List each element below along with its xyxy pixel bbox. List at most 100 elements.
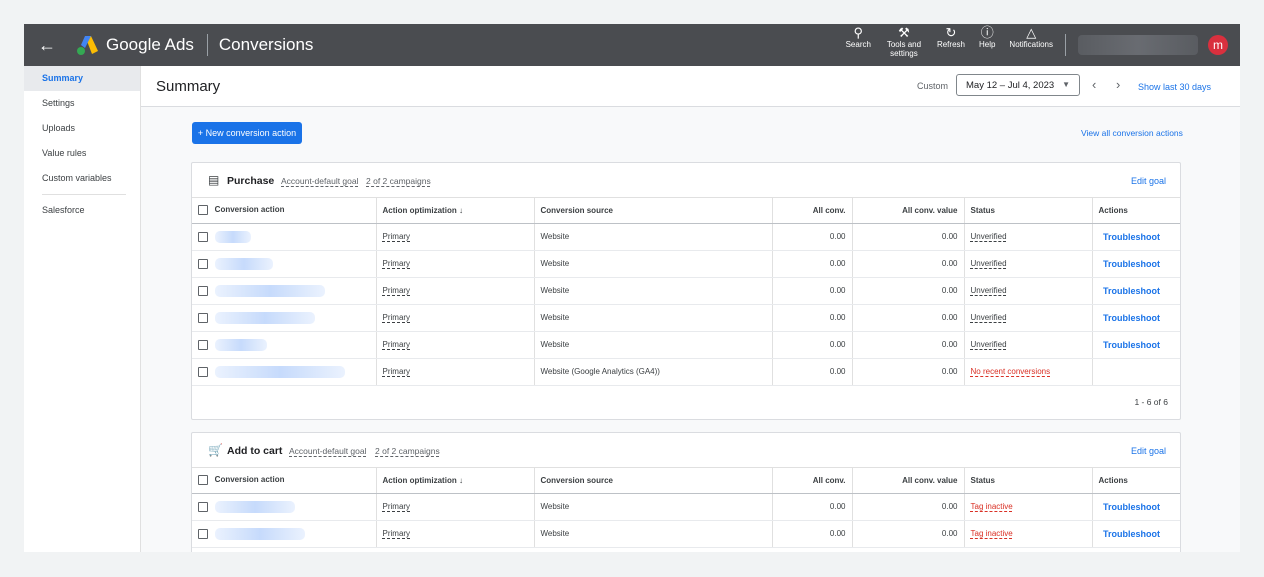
sidebar-item-salesforce[interactable]: Salesforce — [24, 198, 140, 223]
header-status[interactable]: Status — [964, 468, 1093, 494]
status-badge[interactable]: Unverified — [971, 259, 1007, 268]
header-action-optimization[interactable]: Action optimization ↓ — [376, 198, 535, 224]
optimization-value[interactable]: Primary — [383, 529, 411, 538]
select-all-checkbox[interactable] — [198, 205, 208, 216]
brand-name: Google Ads — [106, 35, 194, 54]
divider — [1065, 34, 1066, 56]
sidebar-item-custom-variables[interactable]: Custom variables — [24, 166, 140, 191]
conv-value: 0.00 — [852, 358, 965, 386]
conversion-name-redacted[interactable] — [214, 311, 315, 324]
optimization-value[interactable]: Primary — [383, 259, 411, 268]
troubleshoot-link[interactable]: Troubleshoot — [1103, 502, 1160, 512]
goal-campaigns[interactable]: 2 of 2 campaigns — [375, 446, 440, 456]
source-value: Website (Google Analytics (GA4)) — [534, 358, 773, 386]
goal-type[interactable]: Account-default goal — [289, 446, 367, 456]
all-conv-value: 0.00 — [772, 358, 853, 386]
row-checkbox[interactable] — [198, 528, 208, 539]
optimization-value[interactable]: Primary — [383, 232, 411, 241]
header-status[interactable]: Status — [964, 198, 1093, 224]
date-range-value: May 12 – Jul 4, 2023 — [966, 80, 1055, 91]
conversion-name-redacted[interactable] — [214, 284, 325, 297]
search-button[interactable]: ⚲ Search — [846, 24, 871, 50]
header-all-conv[interactable]: All conv. — [772, 468, 853, 494]
header-conversion-action[interactable]: Conversion action — [192, 468, 377, 494]
header-all-conv-value[interactable]: All conv. value — [852, 198, 965, 224]
help-button[interactable]: ⓘ Help — [979, 24, 995, 50]
troubleshoot-link[interactable]: Troubleshoot — [1103, 529, 1160, 539]
sidebar-item-uploads[interactable]: Uploads — [24, 116, 140, 141]
all-conv-value: 0.00 — [772, 520, 853, 548]
view-all-conversion-actions-link[interactable]: View all conversion actions — [1081, 128, 1183, 138]
row-checkbox[interactable] — [198, 312, 208, 323]
sort-down-icon: ↓ — [458, 205, 463, 215]
status-badge[interactable]: Tag inactive — [971, 529, 1013, 538]
status-badge[interactable]: Tag inactive — [971, 502, 1013, 511]
row-checkbox[interactable] — [198, 501, 208, 512]
conversion-name-redacted[interactable] — [214, 338, 267, 351]
header-all-conv-value[interactable]: All conv. value — [852, 468, 965, 494]
select-all-checkbox[interactable] — [198, 475, 208, 486]
conversion-name-redacted[interactable] — [214, 230, 251, 243]
goal-type[interactable]: Account-default goal — [281, 176, 359, 186]
back-arrow-icon[interactable]: ← — [38, 35, 68, 56]
sort-down-icon: ↓ — [458, 475, 463, 485]
optimization-value[interactable]: Primary — [383, 367, 411, 376]
optimization-value[interactable]: Primary — [383, 340, 411, 349]
troubleshoot-link[interactable]: Troubleshoot — [1103, 286, 1160, 296]
show-last-30-days-link[interactable]: Show last 30 days — [1138, 82, 1211, 92]
header-all-conv[interactable]: All conv. — [772, 198, 853, 224]
status-badge[interactable]: No recent conversions — [971, 367, 1051, 376]
column-label: Conversion action — [214, 205, 285, 215]
header-conversion-source[interactable]: Conversion source — [534, 468, 773, 494]
edit-goal-link[interactable]: Edit goal — [1131, 176, 1166, 186]
troubleshoot-link[interactable]: Troubleshoot — [1103, 232, 1160, 242]
conversion-name-redacted[interactable] — [214, 365, 345, 378]
sidebar-item-settings[interactable]: Settings — [24, 91, 140, 116]
header-conversion-source[interactable]: Conversion source — [534, 198, 773, 224]
header-conversion-action[interactable]: Conversion action — [192, 198, 377, 224]
status-badge[interactable]: Unverified — [971, 313, 1007, 322]
tools-label: Tools and settings — [886, 40, 922, 58]
row-checkbox[interactable] — [198, 231, 208, 242]
account-selector[interactable] — [1078, 35, 1198, 55]
notifications-button[interactable]: △ Notifications — [1009, 24, 1053, 50]
avatar[interactable]: m — [1208, 35, 1228, 55]
row-checkbox[interactable] — [198, 285, 208, 296]
chevron-left-icon[interactable]: ‹ — [1092, 77, 1096, 92]
all-conv-value: 0.00 — [772, 304, 853, 332]
row-checkbox[interactable] — [198, 366, 208, 377]
wrench-icon: ⚒ — [898, 25, 910, 40]
date-range-selector[interactable]: May 12 – Jul 4, 2023 ▼ — [956, 74, 1080, 96]
custom-label: Custom — [917, 81, 949, 91]
main-content: Summary Custom May 12 – Jul 4, 2023 ▼ ‹ … — [141, 66, 1240, 552]
all-conv-value: 0.00 — [772, 250, 853, 278]
conversion-name-redacted[interactable] — [214, 527, 305, 540]
new-conversion-action-button[interactable]: + New conversion action — [192, 122, 302, 144]
header-action-optimization[interactable]: Action optimization ↓ — [376, 468, 535, 494]
chevron-right-icon[interactable]: › — [1116, 77, 1120, 92]
troubleshoot-link[interactable]: Troubleshoot — [1103, 340, 1160, 350]
troubleshoot-link[interactable]: Troubleshoot — [1103, 313, 1160, 323]
sidebar-item-summary[interactable]: Summary — [24, 66, 140, 91]
status-badge[interactable]: Unverified — [971, 340, 1007, 349]
troubleshoot-link[interactable]: Troubleshoot — [1103, 259, 1160, 269]
sidebar-item-value-rules[interactable]: Value rules — [24, 141, 140, 166]
conversion-name-redacted[interactable] — [214, 257, 273, 270]
optimization-value[interactable]: Primary — [383, 286, 411, 295]
empty-action-cell — [1092, 358, 1180, 386]
top-bar: ← Google Ads Conversions ⚲ Search ⚒ Tool… — [24, 24, 1240, 66]
edit-goal-link[interactable]: Edit goal — [1131, 446, 1166, 456]
status-badge[interactable]: Unverified — [971, 286, 1007, 295]
help-icon: ⓘ — [980, 25, 994, 40]
row-checkbox[interactable] — [198, 339, 208, 350]
row-checkbox[interactable] — [198, 258, 208, 269]
refresh-button[interactable]: ↻ Refresh — [937, 24, 965, 50]
goal-campaigns[interactable]: 2 of 2 campaigns — [366, 176, 431, 186]
optimization-value[interactable]: Primary — [383, 502, 411, 511]
status-badge[interactable]: Unverified — [971, 232, 1007, 241]
tools-settings-button[interactable]: ⚒ Tools and settings — [885, 24, 923, 59]
conversion-name-redacted[interactable] — [214, 500, 295, 513]
conv-value: 0.00 — [852, 304, 965, 332]
all-conv-value: 0.00 — [772, 277, 853, 305]
optimization-value[interactable]: Primary — [383, 313, 411, 322]
